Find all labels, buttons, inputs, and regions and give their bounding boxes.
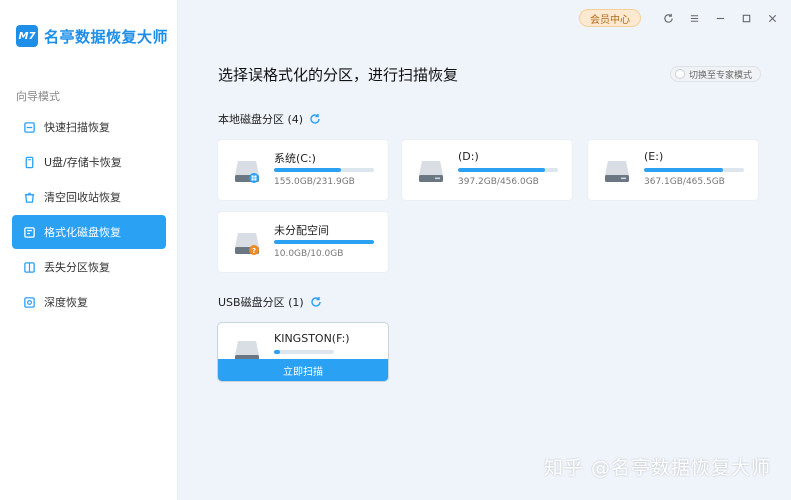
disk-name: 未分配空间 <box>274 224 329 237</box>
watermark: 知乎 @名亭数据恢复大师 <box>543 457 771 479</box>
disk-usage-bar <box>274 240 374 244</box>
disk-usage-fill <box>274 350 280 354</box>
usb-disks-label: USB磁盘分区 (1) <box>218 296 304 309</box>
minimize-icon[interactable] <box>707 5 733 31</box>
disk-size: 367.1GB/465.5GB <box>644 177 725 187</box>
expert-mode-toggle[interactable]: 切换至专家模式 <box>670 66 762 82</box>
hard-disk-icon <box>605 161 629 182</box>
hard-disk-icon: ? <box>235 233 259 255</box>
disk-usage-fill <box>274 240 374 244</box>
refresh-icon[interactable] <box>655 5 681 31</box>
usb-icon <box>22 155 36 169</box>
disk-size: 397.2GB/456.0GB <box>458 177 539 187</box>
brand: M7 名亭数据恢复大师 <box>16 25 168 47</box>
disk-card-e[interactable]: (E:) 367.1GB/465.5GB <box>588 140 758 200</box>
hard-disk-icon <box>235 161 259 183</box>
app-window: M7 名亭数据恢复大师 向导模式 快速扫描恢复 U盘/存储卡恢复 清空回收站恢复… <box>0 0 791 500</box>
sidebar-item-format-disk[interactable]: 格式化磁盘恢复 <box>12 215 166 249</box>
brand-name: 名亭数据恢复大师 <box>44 27 169 46</box>
maximize-icon[interactable] <box>733 5 759 31</box>
disk-name: KINGSTON(F:) <box>274 332 350 345</box>
disk-usage-fill <box>458 168 545 172</box>
disk-usage-fill <box>644 168 723 172</box>
disk-card-c[interactable]: 系统(C:) 155.0GB/231.9GB <box>218 140 388 200</box>
scan-now-button[interactable]: 立即扫描 <box>218 359 388 381</box>
disk-usage-bar <box>644 168 744 172</box>
disk-name: 系统(C:) <box>274 152 316 165</box>
usb-disks-group-label: USB磁盘分区 (1) <box>218 294 322 310</box>
refresh-usb-icon[interactable] <box>310 296 322 308</box>
brand-logo: M7 <box>16 25 38 47</box>
sidebar-item-label: 深度恢复 <box>44 296 88 309</box>
usb-disk-card-f[interactable]: KINGSTON(F:) 立即扫描 <box>218 323 388 381</box>
format-disk-icon <box>22 225 36 239</box>
sidebar-item-usb[interactable]: U盘/存储卡恢复 <box>12 145 166 179</box>
toggle-knob <box>675 69 685 79</box>
menu-icon[interactable] <box>681 5 707 31</box>
refresh-local-icon[interactable] <box>309 113 321 125</box>
deep-recovery-icon <box>22 295 36 309</box>
disk-size: 10.0GB/10.0GB <box>274 249 344 259</box>
svg-text:?: ? <box>252 247 256 255</box>
local-disks-group-label: 本地磁盘分区 (4) <box>218 111 321 127</box>
disk-usage-bar <box>274 168 374 172</box>
recycle-bin-icon <box>22 190 36 204</box>
disk-size: 155.0GB/231.9GB <box>274 177 355 187</box>
page-title: 选择误格式化的分区，进行扫描恢复 <box>218 66 459 84</box>
sidebar-item-lost-partition[interactable]: 丢失分区恢复 <box>12 250 166 284</box>
quick-scan-icon <box>22 120 36 134</box>
lost-partition-icon <box>22 260 36 274</box>
disk-name: (D:) <box>458 150 479 163</box>
sidebar-item-label: U盘/存储卡恢复 <box>44 156 122 169</box>
disk-card-unallocated[interactable]: ? 未分配空间 10.0GB/10.0GB <box>218 212 388 272</box>
disk-usage-bar <box>274 350 334 354</box>
disk-card-d[interactable]: (D:) 397.2GB/456.0GB <box>402 140 572 200</box>
disk-usage-fill <box>274 168 341 172</box>
title-bar: 会员中心 <box>579 0 791 36</box>
sidebar-item-label: 丢失分区恢复 <box>44 261 110 274</box>
sidebar-item-label: 快速扫描恢复 <box>44 121 110 134</box>
local-disks-label: 本地磁盘分区 (4) <box>218 113 304 126</box>
disk-usage-bar <box>458 168 558 172</box>
disk-name: (E:) <box>644 150 664 163</box>
close-icon[interactable] <box>759 5 785 31</box>
sidebar-item-deep-recovery[interactable]: 深度恢复 <box>12 285 166 319</box>
hard-disk-icon <box>419 161 443 182</box>
sidebar-item-recycle-bin[interactable]: 清空回收站恢复 <box>12 180 166 214</box>
member-center-button[interactable]: 会员中心 <box>579 9 641 27</box>
sidebar: M7 名亭数据恢复大师 向导模式 快速扫描恢复 U盘/存储卡恢复 清空回收站恢复… <box>0 0 178 500</box>
sidebar-nav: 快速扫描恢复 U盘/存储卡恢复 清空回收站恢复 格式化磁盘恢复 丢失分区恢复 深… <box>12 110 166 320</box>
sidebar-section-label: 向导模式 <box>16 90 60 103</box>
expert-mode-label: 切换至专家模式 <box>689 70 753 81</box>
sidebar-item-quick-scan[interactable]: 快速扫描恢复 <box>12 110 166 144</box>
main-panel: 会员中心 选择误格式化的分区，进行扫描恢复 切换至专家模式 本地磁盘分区 (4)… <box>178 0 791 500</box>
sidebar-item-label: 格式化磁盘恢复 <box>44 226 121 239</box>
sidebar-item-label: 清空回收站恢复 <box>44 191 121 204</box>
